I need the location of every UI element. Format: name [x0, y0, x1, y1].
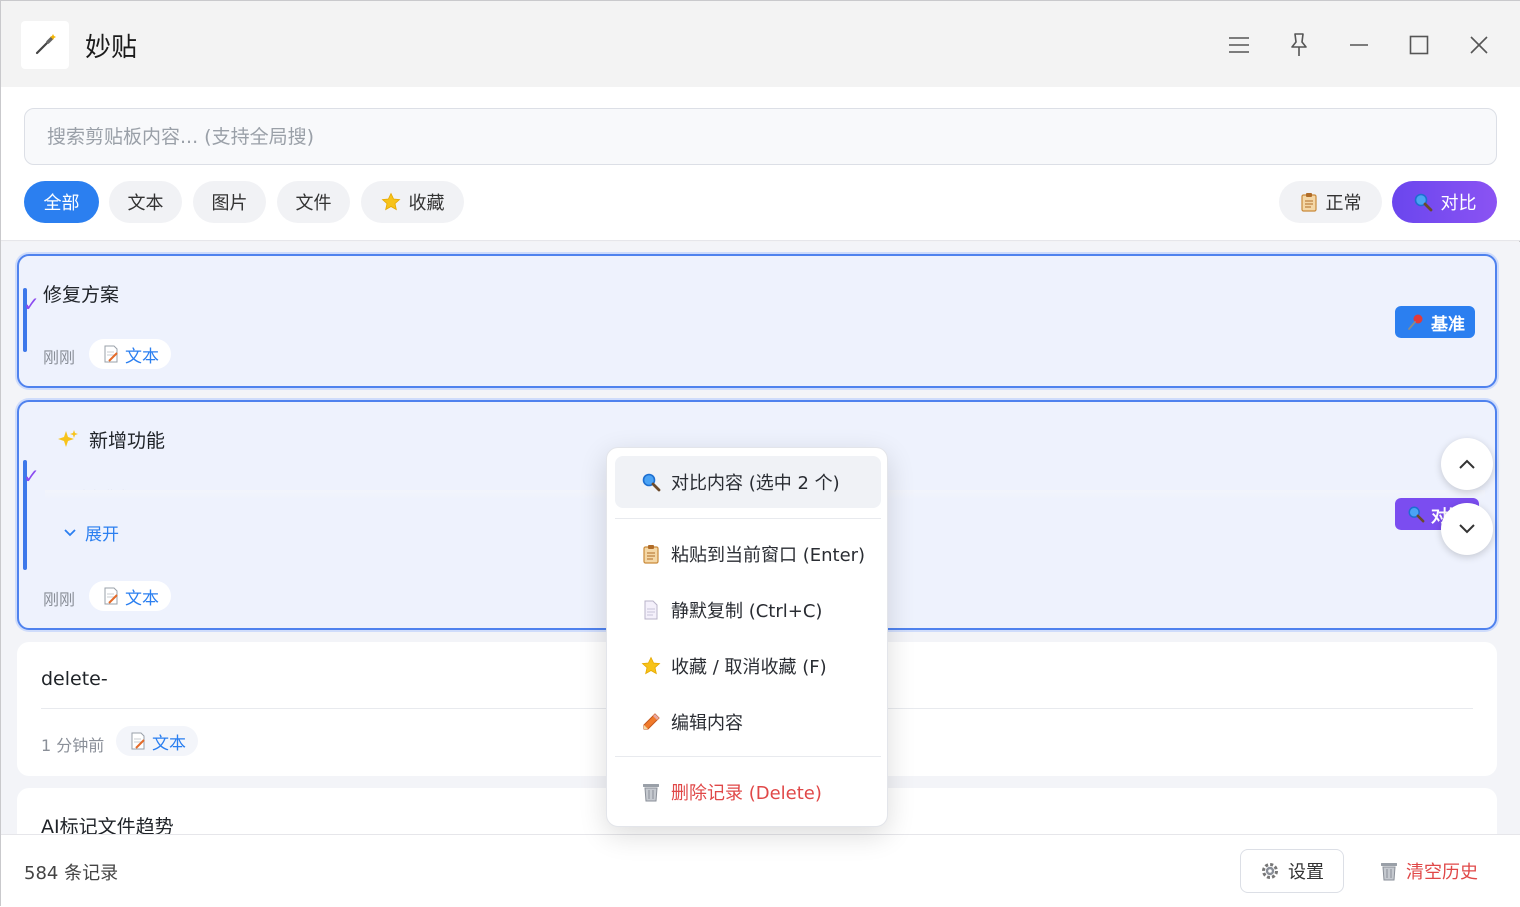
baseline-badge: 基准 — [1395, 306, 1475, 338]
normal-mode-label: 正常 — [1325, 193, 1362, 214]
item-title: delete- — [41, 668, 108, 690]
checkmark-icon: ✓ — [23, 292, 40, 316]
context-menu: 对比内容 (选中 2 个) 粘贴到当前窗口 (Enter) 静默复制 (Ctrl… — [606, 447, 888, 827]
clear-history-label: 清空历史 — [1406, 862, 1478, 883]
menu-item-compare-label: 对比内容 (选中 2 个) — [671, 473, 840, 494]
minimize-icon — [1350, 44, 1368, 46]
checkmark-icon: ✓ — [23, 464, 40, 488]
clipboard-icon — [643, 545, 659, 564]
type-tag: 文本 — [116, 726, 198, 756]
clipboard-icon — [1300, 193, 1317, 212]
pushpin-icon — [1408, 314, 1423, 330]
compare-mode-button[interactable]: 对比 — [1392, 181, 1497, 223]
title-bar[interactable]: 妙贴 — [1, 1, 1520, 87]
minimize-button[interactable] — [1339, 25, 1379, 65]
normal-mode-button[interactable]: 正常 — [1279, 181, 1382, 223]
memo-icon — [131, 732, 145, 750]
star-icon — [381, 192, 400, 211]
item-time: 1 分钟前 — [41, 736, 105, 755]
chevron-down-icon — [1459, 524, 1475, 534]
trash-icon — [1381, 863, 1397, 881]
filter-all[interactable]: 全部 — [24, 181, 99, 223]
memo-icon — [104, 587, 118, 605]
filter-file[interactable]: 文件 — [277, 181, 350, 223]
pin-button[interactable] — [1279, 25, 1319, 65]
filter-favorite-label: 收藏 — [408, 193, 445, 214]
magnifier-icon — [642, 473, 661, 492]
menu-separator — [615, 518, 881, 519]
menu-item-favorite-label: 收藏 / 取消收藏 (F) — [671, 657, 827, 678]
compare-mode-label: 对比 — [1440, 193, 1477, 214]
magic-wand-icon — [35, 34, 56, 55]
memo-icon — [104, 345, 118, 363]
filter-image[interactable]: 图片 — [193, 181, 266, 223]
type-tag-label: 文本 — [152, 733, 186, 754]
menu-item-edit[interactable]: 编辑内容 — [615, 696, 881, 748]
gear-icon — [1262, 863, 1278, 879]
sparkles-icon — [58, 429, 78, 447]
baseline-badge-label: 基准 — [1431, 314, 1465, 335]
type-tag: 文本 — [89, 339, 171, 369]
menu-item-delete[interactable]: 删除记录 (Delete) — [615, 766, 881, 818]
filter-favorite[interactable]: 收藏 — [361, 181, 464, 223]
star-icon — [641, 656, 661, 675]
magnifier-icon — [1414, 193, 1432, 212]
hamburger-icon — [1229, 37, 1249, 53]
item-time: 刚刚 — [43, 590, 76, 609]
maximize-button[interactable] — [1399, 25, 1439, 65]
pencil-icon — [643, 713, 660, 730]
app-title: 妙贴 — [85, 33, 138, 63]
search-input[interactable] — [24, 108, 1497, 165]
document-icon — [644, 600, 658, 620]
app-window: 妙贴 搜索剪贴板内容... (支持全局搜) 全部 文本 图片 文件 收藏 正常 … — [0, 0, 1520, 907]
settings-button[interactable]: 设置 — [1240, 849, 1344, 893]
menu-item-delete-label: 删除记录 (Delete) — [671, 783, 822, 804]
menu-button[interactable] — [1219, 25, 1259, 65]
expand-button[interactable]: 展开 — [63, 520, 119, 545]
app-logo — [21, 21, 69, 69]
pin-icon — [1291, 33, 1307, 56]
chevron-down-icon — [64, 528, 76, 536]
item-title: AI标记文件趋势 — [41, 816, 174, 834]
expand-label: 展开 — [85, 525, 119, 545]
menu-item-compare[interactable]: 对比内容 (选中 2 个) — [615, 456, 881, 508]
close-icon — [1470, 36, 1488, 54]
menu-item-edit-label: 编辑内容 — [671, 713, 743, 734]
footer: 584 条记录 设置 清空历史 — [1, 834, 1520, 907]
item-title: 新增功能 — [89, 430, 166, 452]
menu-separator — [615, 756, 881, 757]
list-item[interactable]: ✓ 修复方案 刚刚 文本 基准 — [17, 254, 1497, 388]
scroll-up-button[interactable] — [1441, 438, 1493, 490]
scroll-down-button[interactable] — [1441, 503, 1493, 555]
item-title-row: 新增功能 — [57, 426, 165, 453]
maximize-icon — [1409, 35, 1429, 55]
type-tag-label: 文本 — [125, 588, 159, 609]
settings-label: 设置 — [1288, 862, 1324, 883]
menu-item-paste[interactable]: 粘贴到当前窗口 (Enter) — [615, 528, 881, 580]
menu-item-silent-copy[interactable]: 静默复制 (Ctrl+C) — [615, 584, 881, 636]
menu-item-paste-label: 粘贴到当前窗口 (Enter) — [671, 545, 866, 566]
item-time: 刚刚 — [43, 348, 76, 367]
record-count: 584 条记录 — [24, 863, 119, 884]
filter-text[interactable]: 文本 — [109, 181, 182, 223]
item-title: 修复方案 — [43, 284, 120, 306]
toolbar: 全部 文本 图片 文件 收藏 正常 对比 — [1, 87, 1520, 241]
type-tag-label: 文本 — [125, 346, 159, 367]
trash-icon — [643, 784, 659, 802]
menu-item-silent-copy-label: 静默复制 (Ctrl+C) — [671, 601, 823, 622]
close-button[interactable] — [1459, 25, 1499, 65]
type-tag: 文本 — [89, 581, 171, 611]
chevron-up-icon — [1459, 459, 1475, 469]
clear-history-button[interactable]: 清空历史 — [1367, 849, 1491, 893]
menu-item-favorite[interactable]: 收藏 / 取消收藏 (F) — [615, 640, 881, 692]
magnifier-icon — [1408, 506, 1425, 523]
